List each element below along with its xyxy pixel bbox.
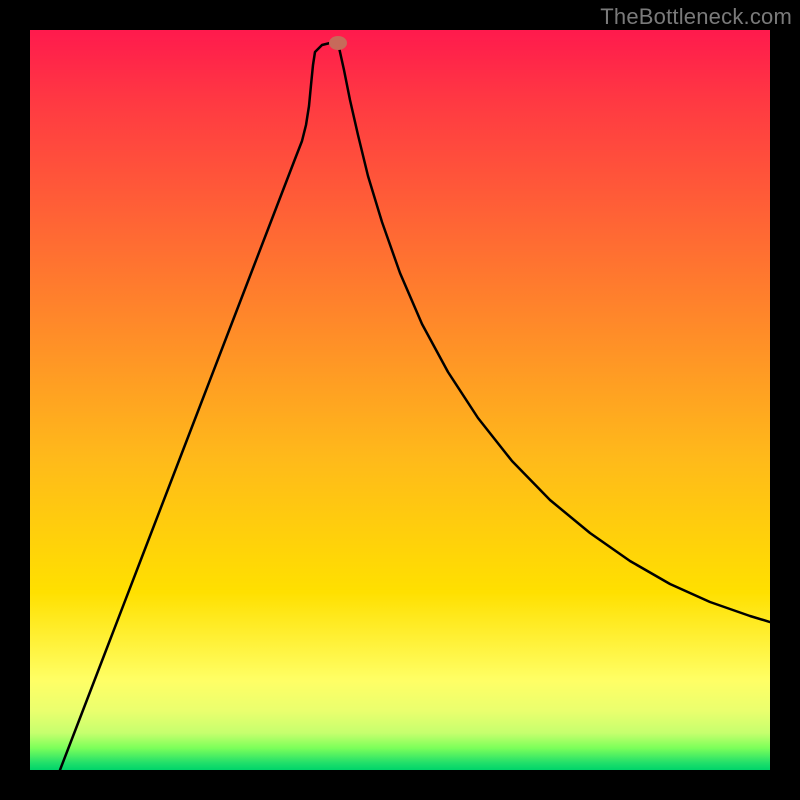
curve-left-branch bbox=[60, 43, 338, 770]
chart-stage: TheBottleneck.com bbox=[0, 0, 800, 800]
watermark-text: TheBottleneck.com bbox=[600, 4, 792, 30]
marker-min-point bbox=[329, 36, 347, 50]
curve-right-branch bbox=[338, 43, 770, 622]
chart-svg bbox=[30, 30, 770, 770]
chart-plot-area bbox=[30, 30, 770, 770]
